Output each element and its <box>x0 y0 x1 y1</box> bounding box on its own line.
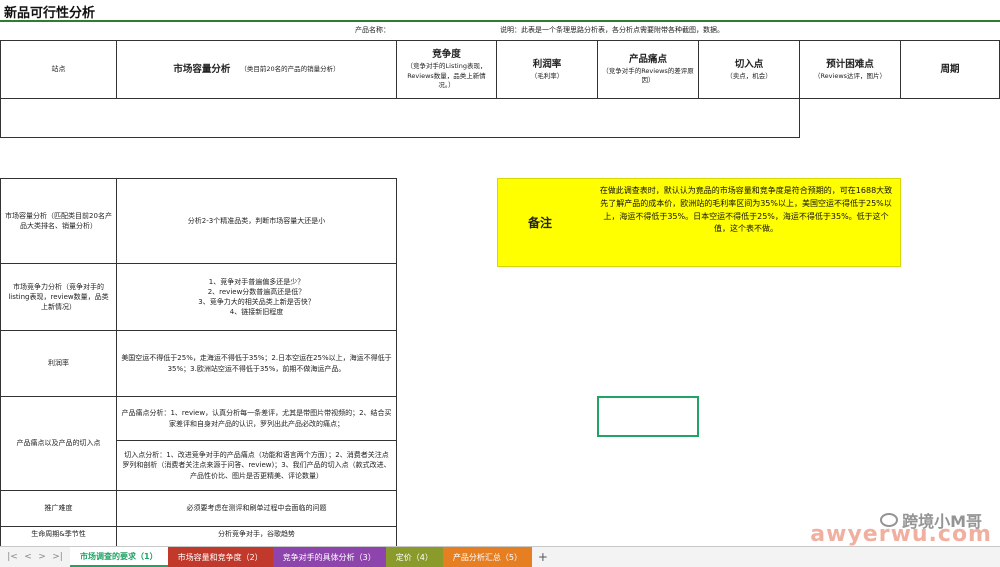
tab-market-capacity[interactable]: 市场容量和竞争度（2） <box>168 547 273 567</box>
sheet-tab-bar: |< < > >| 市场调查的要求（1） 市场容量和竞争度（2） 竞争对手的具体… <box>0 546 1000 567</box>
row-promo-label[interactable]: 推广难度 <box>0 490 117 527</box>
row-market-label[interactable]: 市场容量分析（匹配类目前20名产品大类排名、销量分析） <box>0 178 117 264</box>
row-lifecycle-value-text: 分析竞争对手，谷歌趋势 <box>218 529 295 539</box>
competition-item: 2、review分数普遍高还是低？ <box>208 287 306 297</box>
header-pain[interactable]: 产品痛点 （竞争对手的Reviews的差评原因） <box>597 40 699 99</box>
header-cycle[interactable]: 周期 <box>900 40 1000 99</box>
sheet-title: 新品可行性分析 <box>4 2 95 21</box>
row-promo-label-text: 推广难度 <box>45 503 73 513</box>
row-market-label-text: 市场容量分析（匹配类目前20名产品大类排名、销量分析） <box>5 211 112 231</box>
product-name-label: 产品名称： <box>355 25 390 35</box>
header-competition-title: 竞争度 <box>432 48 461 62</box>
row-competition-value[interactable]: 1、竞争对手普遍偏多还是少？ 2、review分数普遍高还是低？ 3、竞争力大的… <box>116 263 397 331</box>
header-competition-sub: （竞争对手的Listing表现，Reviews数量，品类上新情况。） <box>401 62 492 90</box>
last-sheet-icon[interactable]: >| <box>52 552 63 562</box>
header-pain-sub: （竞争对手的Reviews的差评原因） <box>602 67 694 86</box>
next-sheet-icon[interactable]: > <box>38 552 46 562</box>
header-difficulty-title: 预计困难点 <box>826 58 874 72</box>
row-market-value-text: 分析2-3个精准品类，判断市场容量大还是小 <box>188 216 325 226</box>
tab-pricing[interactable]: 定价（4） <box>386 547 443 567</box>
competition-item: 4、链接新旧程度 <box>230 307 283 317</box>
row-pain-value[interactable]: 产品痛点分析：1、review，认真分析每一条差评，尤其是带图片带视频的；2、结… <box>116 396 397 441</box>
row-competition-label[interactable]: 市场竞争力分析（竞争对手的listing表现，review数量，品类上新情况） <box>0 263 117 331</box>
empty-data-row[interactable] <box>0 98 800 138</box>
row-entry-value-text: 切入点分析：1、改进竞争对手的产品痛点（功能和语言两个方面）；2、消费者关注点罗… <box>121 450 392 480</box>
row-profit-value[interactable]: 美国空运不得低于25%，走海运不得低于35%；2.日本空运在25%以上，海运不得… <box>116 330 397 397</box>
row-lifecycle-label[interactable]: 生命周期&季节性 <box>0 526 117 546</box>
header-market-sub: （类目前20名的产品的销量分析） <box>240 65 339 74</box>
tab-competitor-analysis[interactable]: 竞争对手的具体分析（3） <box>273 547 386 567</box>
row-lifecycle-label-text: 生命周期&季节性 <box>31 529 85 539</box>
row-pain-value-text: 产品痛点分析：1、review，认真分析每一条差评，尤其是带图片带视频的；2、结… <box>121 408 392 428</box>
note-text: 在做此调查表时，默认认为竟品的市场容量和竞争度是符合预期的，可在1688大致先了… <box>598 185 894 236</box>
row-profit-label-text: 利润率 <box>48 358 69 368</box>
tab-navigation: |< < > >| <box>0 547 70 567</box>
header-profit-sub: （毛利率） <box>531 72 564 81</box>
note-label: 备注 <box>528 214 552 231</box>
header-cycle-title: 周期 <box>940 63 959 77</box>
row-promo-value[interactable]: 必须要考虑在测评和刷单过程中会面临的问题 <box>116 490 397 527</box>
row-promo-value-text: 必须要考虑在测评和刷单过程中会面临的问题 <box>187 503 327 513</box>
header-entry-title: 切入点 <box>735 58 764 72</box>
competition-item: 1、竞争对手普遍偏多还是少？ <box>209 277 304 287</box>
header-competition[interactable]: 竞争度 （竞争对手的Listing表现，Reviews数量，品类上新情况。） <box>396 40 497 99</box>
site-watermark: awyerwu.com <box>810 522 992 546</box>
row-market-value[interactable]: 分析2-3个精准品类，判断市场容量大还是小 <box>116 178 397 264</box>
first-sheet-icon[interactable]: |< <box>7 552 18 562</box>
row-pain-entry-label-text: 产品痛点以及产品的切入点 <box>17 438 101 448</box>
title-underline <box>0 20 1000 22</box>
tab-market-survey[interactable]: 市场调查的要求（1） <box>70 547 168 567</box>
description-text: 说明：此表是一个条理思路分析表，各分析点需要附带各种截图，数据。 <box>500 25 724 35</box>
selected-cell[interactable] <box>597 396 699 437</box>
row-competition-label-text: 市场竞争力分析（竞争对手的listing表现，review数量，品类上新情况） <box>5 282 112 312</box>
header-difficulty-sub: （Reviews达评，图片） <box>814 72 886 81</box>
note-box[interactable]: 备注 在做此调查表时，默认认为竟品的市场容量和竞争度是符合预期的，可在1688大… <box>497 178 901 267</box>
competition-item: 3、竞争力大的相关品类上新是否快？ <box>198 297 314 307</box>
row-entry-value[interactable]: 切入点分析：1、改进竞争对手的产品痛点（功能和语言两个方面）；2、消费者关注点罗… <box>116 440 397 491</box>
header-difficulty[interactable]: 预计困难点 （Reviews达评，图片） <box>799 40 901 99</box>
header-market[interactable]: 市场容量分析 （类目前20名的产品的销量分析） <box>116 40 397 99</box>
row-profit-label[interactable]: 利润率 <box>0 330 117 397</box>
header-profit[interactable]: 利润率 （毛利率） <box>496 40 598 99</box>
prev-sheet-icon[interactable]: < <box>24 552 32 562</box>
row-lifecycle-value[interactable]: 分析竞争对手，谷歌趋势 <box>116 526 397 546</box>
header-site[interactable]: 站点 <box>0 40 117 99</box>
row-pain-entry-label[interactable]: 产品痛点以及产品的切入点 <box>0 396 117 491</box>
spreadsheet-grid[interactable]: 新品可行性分析 产品名称： 说明：此表是一个条理思路分析表，各分析点需要附带各种… <box>0 0 1000 546</box>
header-entry[interactable]: 切入点 （卖点，机会） <box>698 40 800 99</box>
header-profit-title: 利润率 <box>533 58 562 72</box>
row-profit-value-text: 美国空运不得低于25%，走海运不得低于35%；2.日本空运在25%以上，海运不得… <box>121 353 392 373</box>
header-site-text: 站点 <box>52 64 66 74</box>
header-pain-title: 产品痛点 <box>629 53 667 67</box>
header-market-title: 市场容量分析 <box>173 63 230 77</box>
header-entry-sub: （卖点，机会） <box>726 72 772 81</box>
tab-product-summary[interactable]: 产品分析汇总（5） <box>443 547 532 567</box>
add-sheet-icon[interactable]: + <box>532 547 554 567</box>
